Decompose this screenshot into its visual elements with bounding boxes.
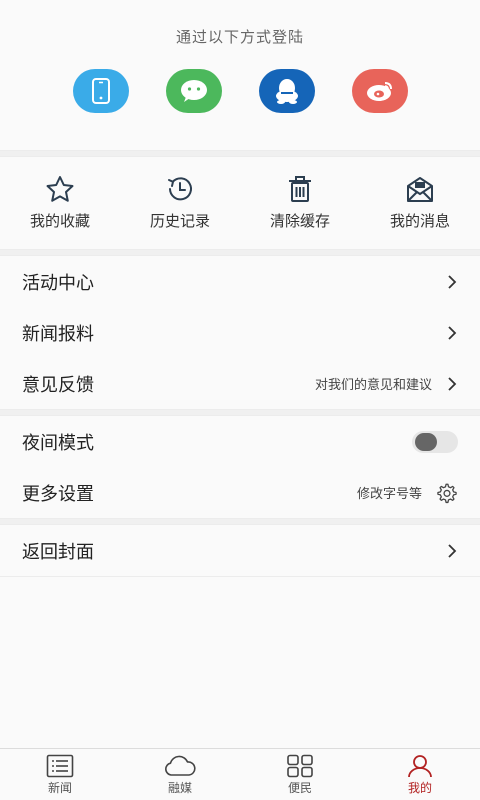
divider — [0, 249, 480, 256]
qq-login-button[interactable] — [258, 69, 315, 113]
shortcut-label: 我的消息 — [389, 212, 450, 230]
chevron-right-icon — [448, 325, 457, 340]
phone-login-button[interactable] — [72, 69, 129, 113]
tab-label: 便民 — [287, 781, 312, 795]
menu-group-3: 返回封面 — [0, 525, 480, 576]
clear-cache-shortcut[interactable]: 清除缓存 — [240, 157, 360, 249]
row-label: 意见反馈 — [22, 374, 94, 396]
star-icon — [46, 176, 74, 202]
gear-icon — [437, 483, 457, 503]
favorites-shortcut[interactable]: 我的收藏 — [0, 157, 120, 249]
divider — [0, 409, 480, 416]
weibo-icon — [366, 82, 392, 101]
feedback-hint: 对我们的意见和建议 — [314, 378, 432, 393]
tab-services[interactable]: 便民 — [240, 749, 360, 800]
divider — [0, 150, 480, 157]
activity-center-row[interactable]: 活动中心 — [0, 256, 480, 307]
return-cover-row[interactable]: 返回封面 — [0, 525, 480, 576]
tab-media[interactable]: 融媒 — [120, 749, 240, 800]
tab-label: 融媒 — [167, 781, 192, 795]
shortcut-label: 清除缓存 — [269, 212, 330, 230]
tab-news[interactable]: 新闻 — [0, 749, 120, 800]
divider — [0, 518, 480, 525]
row-label: 活动中心 — [22, 272, 94, 294]
qq-icon — [275, 79, 298, 104]
mail-icon — [407, 177, 433, 202]
menu-group-1: 活动中心 新闻报料 意见反馈 对我们的意见和建议 — [0, 256, 480, 409]
login-section: 通过以下方式登陆 — [0, 0, 480, 150]
news-tip-row[interactable]: 新闻报料 — [0, 307, 480, 358]
shortcut-label: 历史记录 — [149, 212, 210, 230]
shortcut-label: 我的收藏 — [29, 212, 90, 230]
user-icon — [408, 755, 432, 778]
toggle-knob — [415, 432, 437, 451]
login-methods — [0, 69, 480, 113]
night-mode-row: 夜间模式 — [0, 416, 480, 467]
settings-hint: 修改字号等 — [356, 487, 422, 502]
trash-icon — [289, 176, 311, 202]
history-shortcut[interactable]: 历史记录 — [120, 157, 240, 249]
weibo-login-button[interactable] — [351, 69, 408, 113]
messages-shortcut[interactable]: 我的消息 — [360, 157, 480, 249]
row-label: 返回封面 — [22, 541, 94, 563]
news-list-icon — [46, 754, 74, 778]
row-label: 夜间模式 — [22, 432, 94, 454]
row-label: 更多设置 — [22, 483, 94, 505]
bottom-tab-bar: 新闻 融媒 便民 我的 — [0, 748, 480, 800]
divider — [0, 576, 480, 577]
chevron-right-icon — [448, 376, 457, 391]
feedback-row[interactable]: 意见反馈 对我们的意见和建议 — [0, 358, 480, 409]
login-title: 通过以下方式登陆 — [175, 28, 304, 46]
menu-group-2: 夜间模式 更多设置 修改字号等 — [0, 416, 480, 518]
history-icon — [168, 177, 192, 201]
cloud-icon — [165, 755, 196, 776]
night-mode-toggle[interactable] — [412, 430, 458, 453]
shortcut-bar: 我的收藏 历史记录 清除缓存 我的消息 — [0, 157, 480, 249]
more-settings-row[interactable]: 更多设置 修改字号等 — [0, 467, 480, 518]
tab-mine[interactable]: 我的 — [360, 749, 480, 800]
phone-icon — [91, 78, 110, 104]
tab-label: 我的 — [407, 781, 432, 795]
wechat-icon — [180, 80, 207, 102]
chevron-right-icon — [448, 543, 457, 558]
row-label: 新闻报料 — [22, 323, 94, 345]
grid-icon — [287, 754, 313, 778]
tab-label: 新闻 — [47, 781, 72, 795]
chevron-right-icon — [448, 274, 457, 289]
wechat-login-button[interactable] — [165, 69, 222, 113]
